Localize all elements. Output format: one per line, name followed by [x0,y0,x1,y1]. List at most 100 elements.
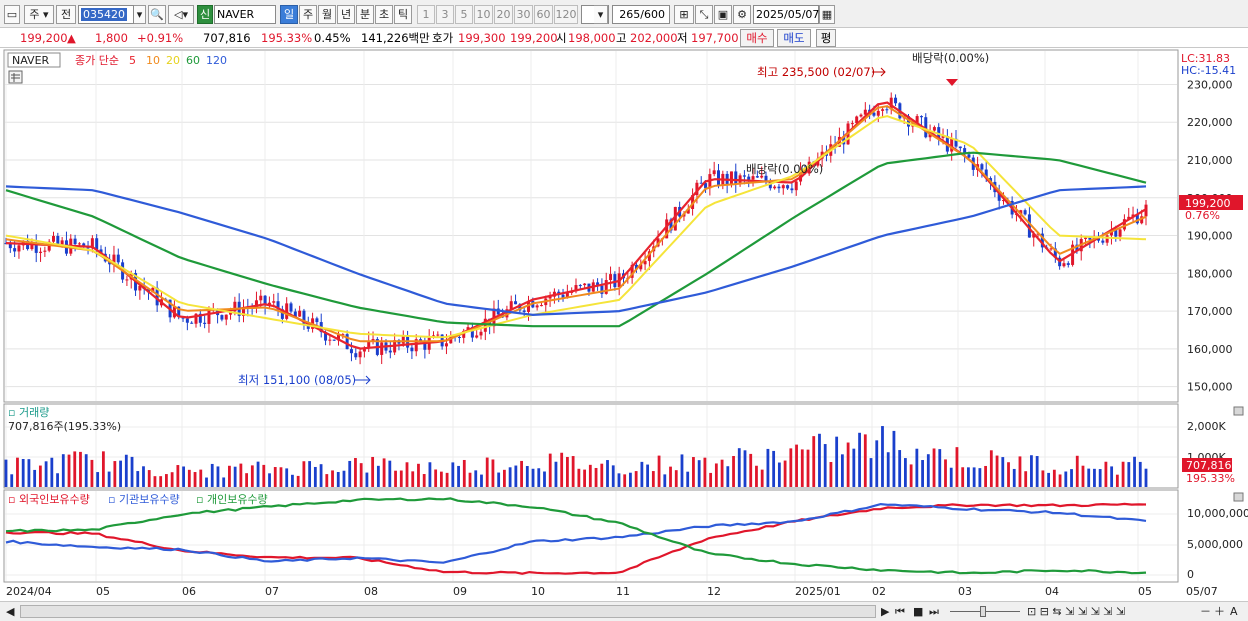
volume-bar [1070,469,1073,487]
scroll-right-icon[interactable]: ▶ [881,605,889,619]
scroll-last-icon[interactable]: ⏭ [929,605,939,619]
scroll-left-icon[interactable]: ◀ [6,605,14,619]
period-day-button[interactable]: 일 [280,5,298,24]
zoom-out-icon[interactable]: － [1200,605,1211,619]
x-tick-label: 05/07 [1186,585,1218,598]
candle-body [522,310,526,312]
x-tick-label: 05 [1138,585,1152,598]
minute-10-button[interactable]: 10 [474,5,493,24]
volume-bar [669,466,672,487]
volume-bar [1110,466,1114,487]
volume-bar [216,466,220,487]
stock-name-field[interactable]: NAVER [214,5,276,24]
holdings-tick-10m: 10,000,000 [1187,507,1248,520]
window-menu-icon[interactable]: ▭ [4,5,20,24]
minute-20-button[interactable]: 20 [494,5,513,24]
candle-body [1066,263,1070,265]
candle-body [760,175,764,178]
open-price: 198,000 [568,31,616,45]
eval-button[interactable]: 평 [816,29,836,47]
trend-tool-icon[interactable]: ⤡ [695,5,713,24]
minute-3-button[interactable]: 3 [436,5,454,24]
scroll-track[interactable] [20,605,876,618]
volume-bar [268,473,271,487]
table-view-icon[interactable] [8,70,23,84]
volume-bar [823,444,827,487]
volume-ratio: 195.33% [261,31,313,45]
candle-body [794,181,798,191]
hoga-label: 호가 [432,31,454,45]
volume-bar [1018,456,1022,487]
period-tick-button[interactable]: 틱 [394,5,412,24]
volume-bar [79,451,82,487]
stop-icon[interactable]: ■ [913,605,923,619]
x-tick-label: 04 [1045,585,1059,598]
volume-bar [90,459,94,487]
zoom-slider[interactable] [950,606,1020,617]
stock-code-input[interactable]: 035420 [78,5,134,24]
data-count-field[interactable]: 265/600 [612,5,670,24]
period-month-button[interactable]: 월 [318,5,336,24]
save-icon[interactable]: ▣ [714,5,732,24]
volume-bar [915,448,919,487]
date-field[interactable]: 2025/05/07 [753,5,819,24]
data-count-total: /600 [640,8,665,21]
volume-value-label: 707,816주(195.33%) [8,420,121,433]
volume-panel-close-icon[interactable] [1233,406,1244,416]
high-label: 고 [616,31,627,45]
volume-bar [583,469,586,487]
settings-gear-icon[interactable]: ⚙ [733,5,751,24]
volume-bar [222,477,226,487]
zoom-tools-icon[interactable]: ⊡ ⊟ ⇆ ⇲ ⇲ ⇲ ⇲ ⇲ [1027,605,1125,619]
minute-1-button[interactable]: 1 [417,5,435,24]
candle-body [380,342,384,355]
volume-tick-2000k: 2,000K [1187,420,1226,433]
sell-button[interactable]: 매도 [777,29,811,47]
period-minute-button[interactable]: 분 [356,5,374,24]
volume-bar [1121,461,1125,487]
volume-bar [273,467,277,487]
high-annotation: 최고 235,500 (02/07) [757,65,875,79]
volume-bar [1001,457,1005,487]
scroll-first-icon[interactable]: ⏮ [895,605,905,619]
volume-bar [228,465,231,487]
minute-60-button[interactable]: 60 [534,5,553,24]
candle-body [747,176,751,180]
volume-bar [485,457,489,487]
chart-area[interactable]: NAVER 종가 단순 5 10 20 60 120 LC:31.83 HC:-… [0,48,1248,601]
code-dropdown-icon[interactable]: ▾ [134,5,146,24]
holdings-panel-close-icon[interactable] [1233,492,1244,502]
custom-period-dropdown-icon[interactable]: ▾ [594,5,608,24]
scroll-bar[interactable]: ◀ ▶ ⏮ ■ ⏭ ⊡ ⊟ ⇆ ⇲ ⇲ ⇲ ⇲ ⇲ － ＋ A [0,601,1248,621]
search-icon[interactable]: 🔍 [148,5,166,24]
volume-bar [600,463,604,487]
volume-bar [1093,468,1096,487]
buy-button[interactable]: 매수 [740,29,774,47]
volume-bar [27,459,31,487]
volume-bar [881,426,884,487]
candle-body [535,305,539,308]
minute-5-button[interactable]: 5 [455,5,473,24]
zoom-in-icon[interactable]: ＋ [1214,605,1225,619]
x-tick-label: 10 [531,585,545,598]
volume-bar [480,474,483,487]
prev-button[interactable]: 전 [56,5,76,24]
x-tick-label: 12 [707,585,721,598]
font-size-icon[interactable]: A [1230,605,1238,619]
minute-30-button[interactable]: 30 [514,5,533,24]
hoga-ask: 199,300 [458,31,506,45]
period-week-button[interactable]: 주 [299,5,317,24]
volume-bar [1075,455,1079,487]
minute-120-button[interactable]: 120 [554,5,578,24]
new-badge[interactable]: 신 [197,5,213,24]
period-year-button[interactable]: 년 [337,5,355,24]
volume-bar [926,454,930,487]
volume-bar [938,449,942,487]
price-change-pct: +0.91% [137,31,184,45]
period-type-select[interactable]: 주 ▾ [24,5,54,24]
calendar-icon[interactable]: ▦ [819,5,835,24]
x-tick-label: 02 [872,585,886,598]
period-second-button[interactable]: 초 [375,5,393,24]
crosshair-icon[interactable]: ⊞ [674,5,694,24]
sound-icon[interactable]: ◁▾ [168,5,194,24]
